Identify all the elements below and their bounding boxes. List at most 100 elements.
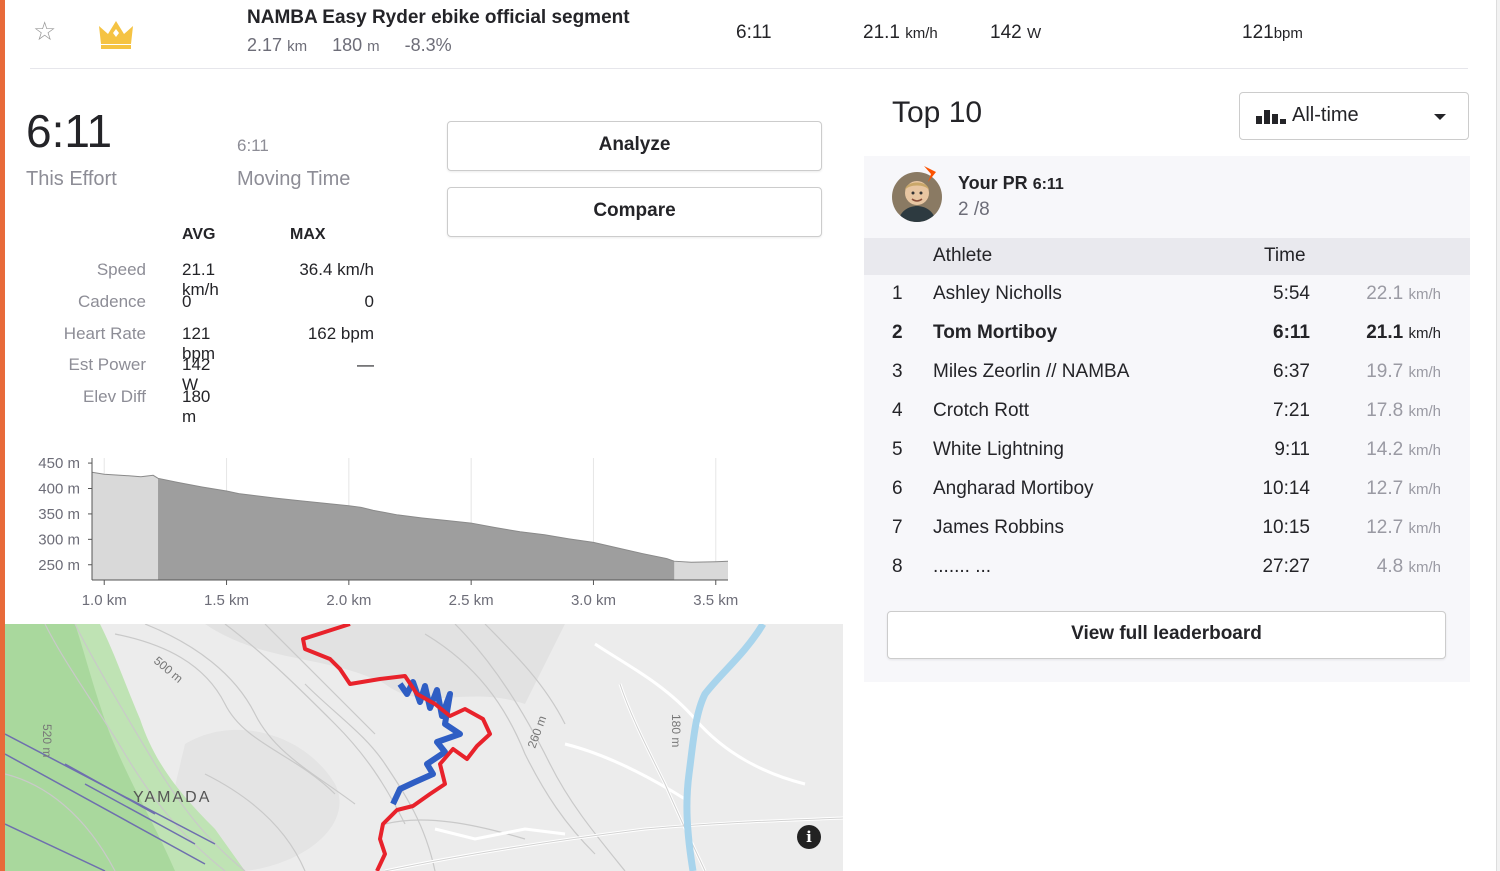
athlete-name[interactable]: White Lightning xyxy=(933,439,1064,461)
speed-value: 21.1 xyxy=(1366,322,1404,343)
contour-label: 520 m xyxy=(40,724,54,757)
rank: 5 xyxy=(892,439,903,460)
bar-chart-icon xyxy=(1256,110,1286,124)
athlete-name[interactable]: Crotch Rott xyxy=(933,400,1029,422)
speed-unit: km/h xyxy=(1408,559,1441,576)
speed-unit: km/h xyxy=(1408,325,1441,342)
leaderboard-row[interactable]: 3 Miles Zeorlin // NAMBA 6:37 19.7 km/h xyxy=(864,353,1470,392)
athlete-speed: 12.7 km/h xyxy=(1334,478,1441,500)
moving-time-label: Moving Time xyxy=(237,168,351,190)
x-tick-label: 2.5 km xyxy=(449,592,494,609)
speed-value: 19.7 xyxy=(1366,361,1404,382)
pr-title: Your PR 6:11 xyxy=(958,173,1064,194)
contour-label: 180 m xyxy=(669,714,683,747)
athlete-time: 7:21 xyxy=(1273,400,1310,421)
pr-label: Your PR xyxy=(958,173,1028,193)
strava-badge-icon xyxy=(924,166,936,182)
athlete-name[interactable]: Tom Mortiboy xyxy=(933,322,1057,344)
moving-time: 6:11 xyxy=(237,136,269,155)
athlete-speed: 12.7 km/h xyxy=(1334,517,1441,539)
leaderboard-row[interactable]: 4 Crotch Rott 7:21 17.8 km/h xyxy=(864,392,1470,431)
leaderboard-row[interactable]: 1 Ashley Nicholls 5:54 22.1 km/h xyxy=(864,275,1470,314)
athlete-speed: 17.8 km/h xyxy=(1334,400,1441,422)
athlete-name[interactable]: Ashley Nicholls xyxy=(933,283,1062,305)
leaderboard-row[interactable]: 7 James Robbins 10:15 12.7 km/h xyxy=(864,509,1470,548)
leaderboard-title: Top 10 xyxy=(892,96,983,129)
effort-time: 6:11 xyxy=(26,105,113,157)
speed-unit: km/h xyxy=(1408,286,1441,303)
segment-elevation: 180 xyxy=(332,35,363,55)
speed-unit: km/h xyxy=(1408,520,1441,537)
athlete-name[interactable]: James Robbins xyxy=(933,517,1064,539)
max-header: MAX xyxy=(290,226,326,243)
view-full-leaderboard-button[interactable]: View full leaderboard xyxy=(887,611,1446,659)
segment-distance: 2.17 xyxy=(247,35,283,55)
pr-rank: 2 /8 xyxy=(958,199,990,220)
athlete-speed: 4.8 km/h xyxy=(1334,556,1441,578)
segment-speed-value: 21.1 xyxy=(863,22,900,43)
segment-distance-unit: km xyxy=(287,38,308,55)
athlete-column-header: Athlete xyxy=(933,245,993,266)
page-scrollbar[interactable] xyxy=(1496,0,1500,871)
y-tick-label: 350 m xyxy=(38,506,80,523)
speed-value: 17.8 xyxy=(1366,400,1404,421)
y-tick-label: 250 m xyxy=(38,557,80,574)
athlete-name[interactable]: Angharad Mortiboy xyxy=(933,478,1094,500)
x-tick-label: 3.0 km xyxy=(571,592,616,609)
speed-value: 4.8 xyxy=(1376,556,1404,577)
info-icon[interactable]: i xyxy=(797,825,821,849)
stat-label: Heart Rate xyxy=(63,324,146,343)
rank: 7 xyxy=(892,517,903,538)
analyze-button[interactable]: Analyze xyxy=(447,121,822,171)
segment-time: 6:11 xyxy=(736,22,772,43)
segment-name[interactable]: NAMBA Easy Ryder ebike official segment xyxy=(247,7,630,29)
segment-speed-unit: km/h xyxy=(905,25,938,42)
athlete-time: 27:27 xyxy=(1262,556,1310,577)
stat-label: Est Power xyxy=(68,355,146,374)
y-tick-label: 400 m xyxy=(38,481,80,498)
personal-record: Your PR 6:11 2 /8 xyxy=(864,156,1470,238)
segment-speed: 21.1 km/h xyxy=(863,22,938,44)
segment-elevation-unit: m xyxy=(367,38,380,55)
star-icon[interactable]: ☆ xyxy=(33,16,56,47)
x-tick-label: 2.0 km xyxy=(326,592,371,609)
athlete-speed: 19.7 km/h xyxy=(1334,361,1441,383)
leaderboard-row[interactable]: 6 Angharad Mortiboy 10:14 12.7 km/h xyxy=(864,470,1470,509)
leaderboard-row[interactable]: 5 White Lightning 9:11 14.2 km/h xyxy=(864,431,1470,470)
pr-time: 6:11 xyxy=(1032,176,1064,193)
compare-button[interactable]: Compare xyxy=(447,187,822,237)
chevron-down-icon xyxy=(1434,114,1446,120)
map-canvas: 500 m 520 m 260 m 180 m YAMADA xyxy=(5,624,843,871)
timeframe-dropdown[interactable]: All-time xyxy=(1239,92,1469,140)
rank: 1 xyxy=(892,283,903,304)
athlete-time: 9:11 xyxy=(1274,439,1310,460)
speed-value: 12.7 xyxy=(1366,517,1404,538)
elevation-chart[interactable]: 450 m 400 m 350 m 300 m 250 m 1.0 km 1.5 km 2.0… xyxy=(28,450,748,615)
segment-hr-value: 121 xyxy=(1242,22,1274,43)
athlete-name[interactable]: ....... ... xyxy=(933,556,991,578)
athlete-name[interactable]: Miles Zeorlin // NAMBA xyxy=(933,361,1129,383)
stat-max: 36.4 km/h xyxy=(299,260,374,279)
athlete-speed: 21.1 km/h xyxy=(1334,322,1441,344)
map[interactable]: 500 m 520 m 260 m 180 m YAMADA xyxy=(5,624,843,871)
athlete-time: 6:11 xyxy=(1273,322,1310,343)
athlete-time: 10:14 xyxy=(1262,478,1310,499)
y-tick-label: 300 m xyxy=(38,531,80,548)
segment-power-value: 142 xyxy=(990,22,1022,43)
athlete-time: 10:15 xyxy=(1262,517,1310,538)
leaderboard-row[interactable]: 8 ....... ... 27:27 4.8 km/h xyxy=(864,548,1470,587)
speed-value: 22.1 xyxy=(1366,283,1404,304)
speed-unit: km/h xyxy=(1408,403,1441,420)
stat-max: 0 xyxy=(364,292,374,311)
speed-unit: km/h xyxy=(1408,364,1441,381)
segment-hr-unit: bpm xyxy=(1273,25,1303,42)
segment-row[interactable]: ☆ NAMBA Easy Ryder ebike official segmen… xyxy=(5,0,1497,68)
athlete-time: 5:54 xyxy=(1273,283,1310,304)
leaderboard-row-current-user[interactable]: 2 Tom Mortiboy 6:11 21.1 km/h xyxy=(864,314,1470,353)
segment-heartrate: 121bpm xyxy=(1242,22,1303,44)
segment-effort-area xyxy=(158,478,675,580)
rank: 4 xyxy=(892,400,903,421)
rank: 2 xyxy=(892,322,903,343)
stat-avg: 180 m xyxy=(182,387,211,426)
crown-icon xyxy=(99,21,133,49)
